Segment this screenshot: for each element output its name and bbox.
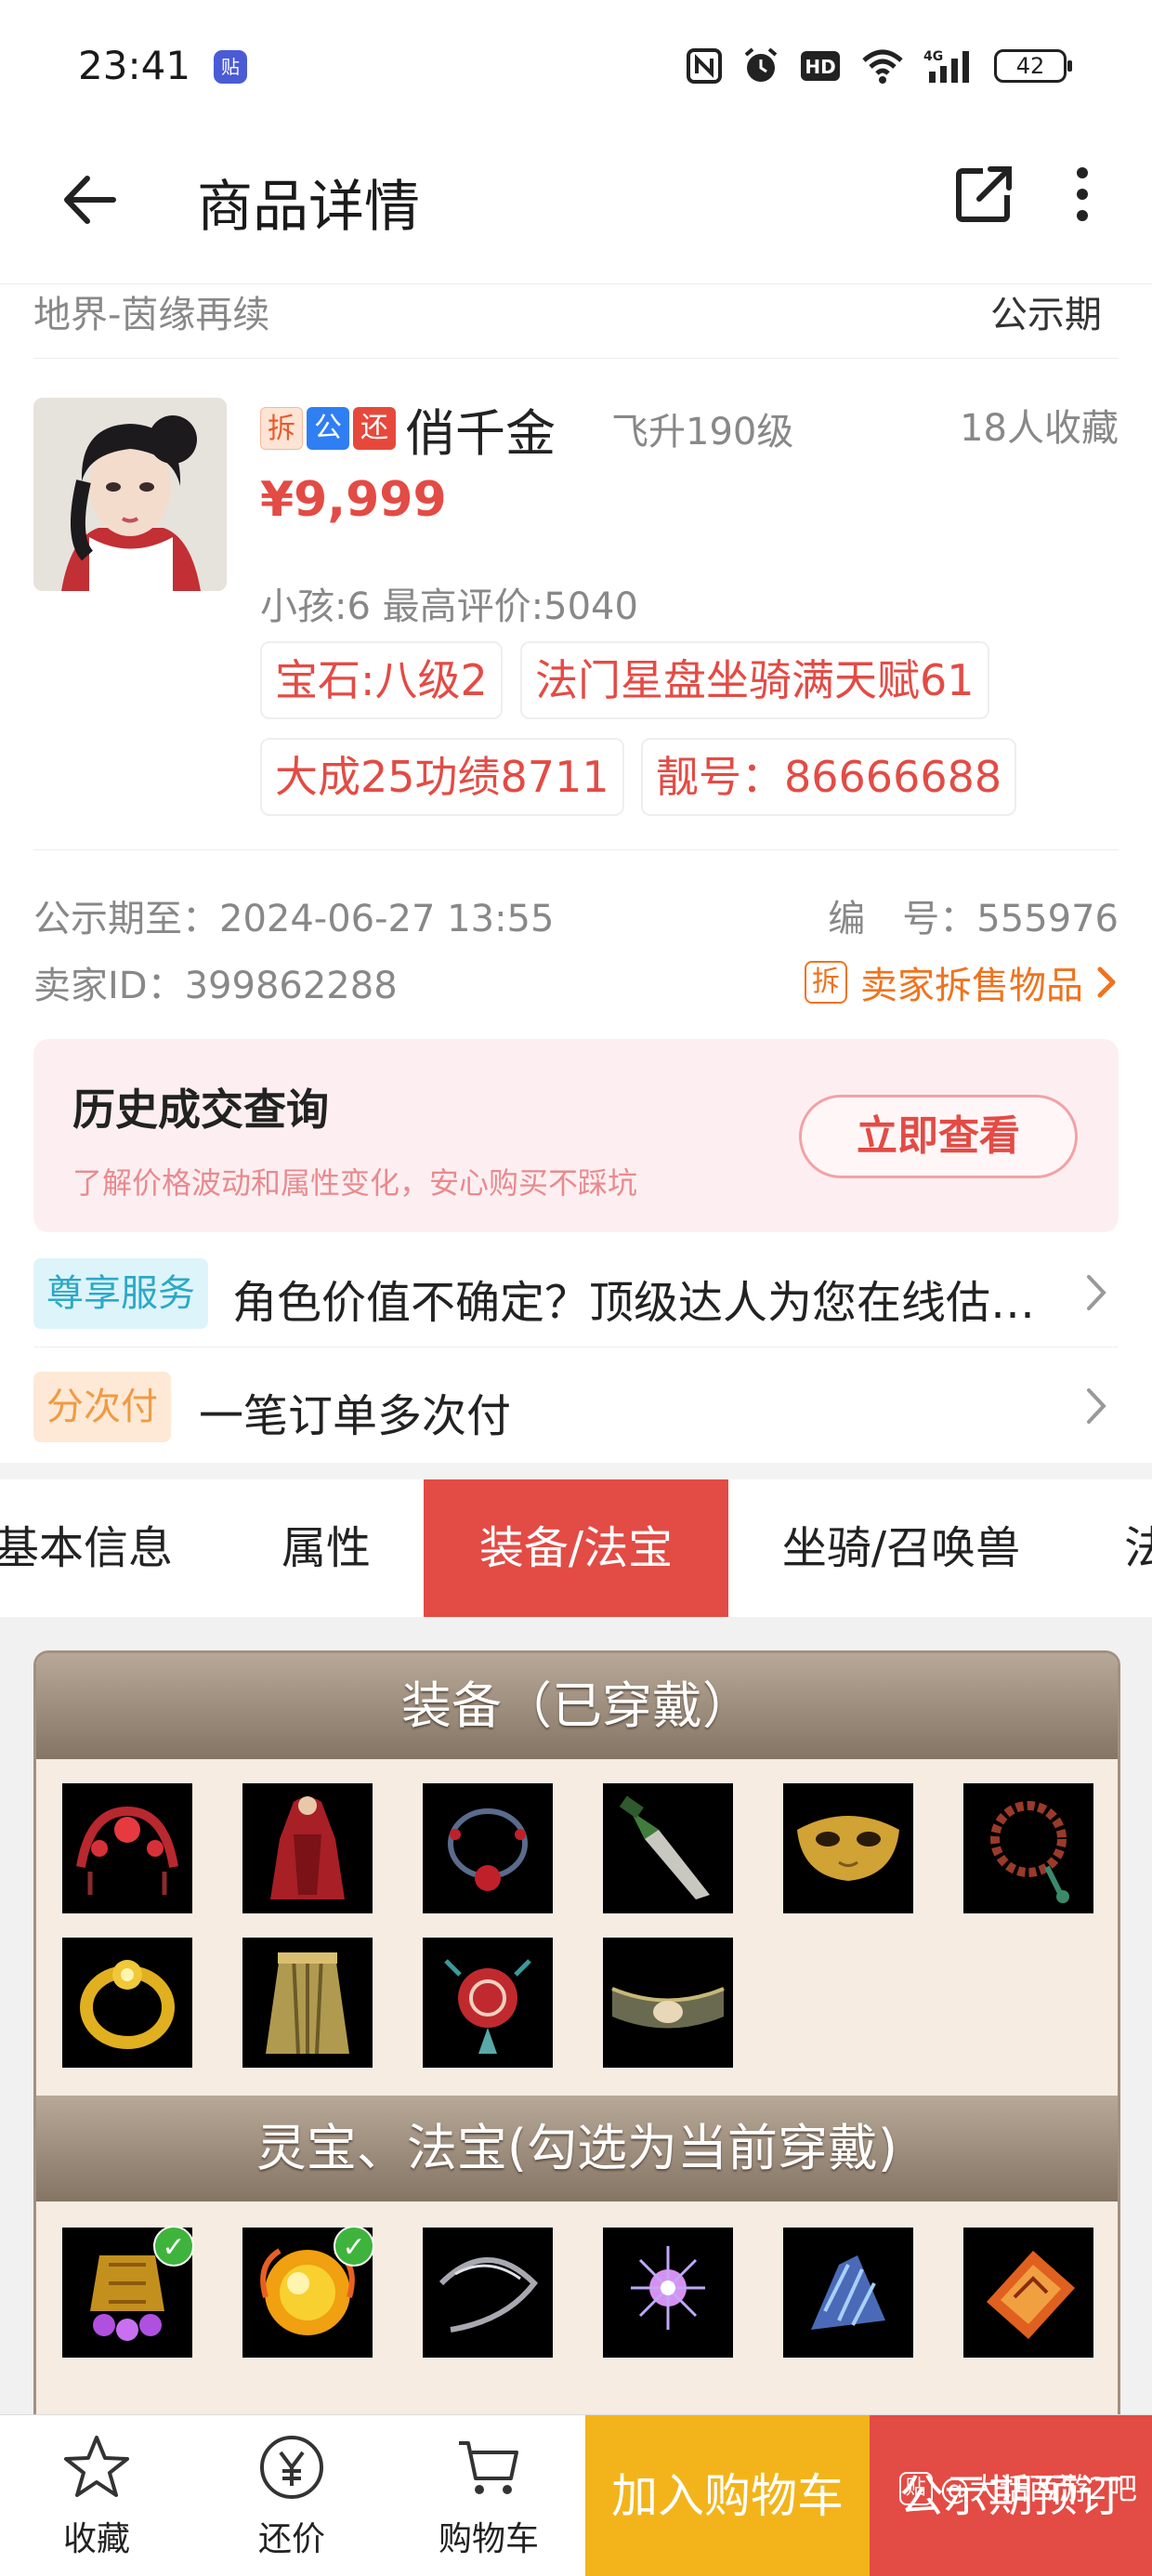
treasure-item-spirit-flower[interactable] <box>603 2228 733 2358</box>
trade-history-title: 历史成交查询 <box>72 1084 329 1135</box>
tab-magic[interactable]: 法 <box>1124 1479 1152 1617</box>
trade-history-subtitle: 了解价格波动和属性变化，安心购买不踩坑 <box>72 1165 638 1201</box>
bargain-button[interactable]: 还价 <box>199 2415 385 2576</box>
share-icon[interactable] <box>951 162 1016 227</box>
svg-text:HD: HD <box>805 56 835 78</box>
chevron-right-icon <box>1087 1275 1106 1310</box>
equipment-item-robe[interactable] <box>242 1783 373 1913</box>
publicity-end-time: 公示期至：2024-06-27 13:55 <box>33 898 555 940</box>
equipment-item-ring[interactable] <box>62 1938 192 2068</box>
equipment-panel: 装备（已穿戴） 灵宝、法宝(勾选为当前穿戴) ✓ ✓ <box>33 1650 1120 2450</box>
highlight-chip-lucky-id: 靓号：86666688 <box>641 738 1017 816</box>
equipment-item-weapon[interactable] <box>603 1783 733 1913</box>
watermark-text: @大话西游2吧 <box>939 2471 1137 2506</box>
tieba-logo-icon: 贴 <box>898 2472 933 2505</box>
cart-icon <box>459 2441 518 2494</box>
treasure-item-flame-orb[interactable]: ✓ <box>242 2226 374 2358</box>
equipment-item-pendant[interactable] <box>423 1938 553 2068</box>
seller-id: 卖家ID：399862288 <box>33 965 398 1007</box>
server-row: 地界-茵缘再续 公示期 <box>33 279 1119 359</box>
split-icon: 拆 <box>805 961 847 1004</box>
chevron-right-icon <box>1087 1388 1106 1424</box>
yuan-coin-icon <box>260 2436 323 2499</box>
favorite-label: 收藏 <box>62 2520 130 2558</box>
add-to-cart-button[interactable]: 加入购物车 <box>585 2415 870 2576</box>
publicity-tag: 公 <box>307 407 349 450</box>
bargain-label: 还价 <box>257 2520 325 2558</box>
hd-icon: HD <box>801 51 840 81</box>
wifi-icon <box>862 49 903 84</box>
equipment-item-necklace[interactable] <box>423 1783 553 1913</box>
chevron-right-icon <box>1097 966 1116 998</box>
split-sale-tag: 拆 <box>260 407 303 450</box>
page-title: 商品详情 <box>197 175 420 240</box>
tab-attributes[interactable]: 属性 <box>238 1479 414 1617</box>
character-name: 俏千金 <box>405 403 556 463</box>
equipment-item-bracelet[interactable] <box>963 1783 1093 1913</box>
watermark: 贴 @大话西游2吧 <box>898 2408 1137 2569</box>
installment-badge: 分次付 <box>33 1372 171 1442</box>
status-bar: 23:41 贴 HD 4G 42 <box>0 0 1152 139</box>
battery-icon: 42 <box>994 49 1072 83</box>
equipment-item-headgear[interactable] <box>62 1783 192 1913</box>
equipment-item-cape[interactable] <box>242 1938 373 2068</box>
premium-service-row[interactable]: 尊享服务 角色价值不确定？顶级达人为您在线估… <box>33 1236 1119 1347</box>
treasure-item-tablet[interactable] <box>963 2228 1093 2358</box>
section-gap <box>0 1463 1152 1479</box>
price: ¥9,999 <box>260 472 447 528</box>
kids-rating: 小孩:6 最高评价:5040 <box>260 585 638 628</box>
divider <box>33 849 1119 850</box>
equipment-item-belt[interactable] <box>603 1938 733 2068</box>
status-icons: HD 4G 42 <box>686 46 1072 85</box>
trade-history-card: 历史成交查询 了解价格波动和属性变化，安心购买不踩坑 立即查看 <box>33 1039 1119 1232</box>
tab-basic-info[interactable]: 基本信息 <box>0 1479 184 1617</box>
highlight-chip-gem: 宝石:八级2 <box>260 641 503 719</box>
premium-service-badge: 尊享服务 <box>33 1258 208 1329</box>
tab-mounts-pets[interactable]: 坐骑/召唤兽 <box>753 1479 1050 1617</box>
installment-row[interactable]: 分次付 一笔订单多次付 <box>33 1349 1119 1461</box>
equipped-check-icon[interactable]: ✓ <box>153 2226 194 2267</box>
seller-split-items-label: 卖家拆售物品 <box>860 965 1083 1007</box>
4g-signal-icon: 4G <box>923 49 969 83</box>
more-options-icon[interactable] <box>1059 162 1106 227</box>
installment-text: 一笔订单多次付 <box>199 1390 512 1442</box>
premium-service-text: 角色价值不确定？顶级达人为您在线估… <box>232 1277 1036 1329</box>
cart-button[interactable]: 购物车 <box>396 2415 582 2576</box>
serial-number: 编 号：555976 <box>828 898 1119 940</box>
status-time: 23:41 <box>78 43 191 88</box>
title-bar: 商品详情 <box>0 139 1152 284</box>
bottom-action-bar: 收藏 还价 购物车 加入购物车 公示期预订 贴 @大话西游2吧 <box>0 2414 1152 2576</box>
equipped-header: 装备（已穿戴） <box>36 1653 1118 1759</box>
favorite-count: 18人收藏 <box>960 407 1119 450</box>
equipped-check-icon[interactable]: ✓ <box>334 2226 374 2267</box>
nfc-icon <box>687 48 722 84</box>
favorite-button[interactable]: 收藏 <box>4 2415 190 2576</box>
treasure-item-rope[interactable] <box>423 2228 553 2358</box>
detail-tabs: 基本信息 属性 装备/法宝 坐骑/召唤兽 法 <box>0 1479 1152 1617</box>
highlight-chip-mount: 法门星盘坐骑满天赋61 <box>520 641 989 719</box>
tab-equipment[interactable]: 装备/法宝 <box>424 1479 728 1617</box>
alarm-icon <box>744 47 778 82</box>
back-arrow-icon[interactable] <box>58 167 123 232</box>
svg-text:4G: 4G <box>923 49 943 64</box>
character-level: 飞升190级 <box>611 411 794 453</box>
star-icon <box>64 2436 129 2497</box>
treasure-item-pagoda[interactable]: ✓ <box>62 2226 194 2358</box>
tieba-notification-icon: 贴 <box>214 50 247 84</box>
equipment-item-mask[interactable] <box>783 1783 913 1913</box>
listing-status: 公示期 <box>990 294 1102 336</box>
preorder-button[interactable]: 公示期预订 贴 @大话西游2吧 <box>870 2415 1152 2576</box>
cart-label: 购物车 <box>438 2520 539 2558</box>
bargain-tag: 还 <box>353 407 396 450</box>
server-name: 地界-茵缘再续 <box>33 294 270 336</box>
treasure-header: 灵宝、法宝(勾选为当前穿戴) <box>36 2096 1118 2201</box>
view-now-button[interactable]: 立即查看 <box>799 1095 1078 1178</box>
character-avatar[interactable] <box>33 398 227 591</box>
seller-split-items-link[interactable]: 拆 卖家拆售物品 <box>805 955 1119 1009</box>
name-row: 拆 公 还 俏千金 <box>260 396 556 463</box>
highlight-chip-merit: 大成25功绩8711 <box>260 738 624 816</box>
treasure-item-claw[interactable] <box>783 2228 913 2358</box>
